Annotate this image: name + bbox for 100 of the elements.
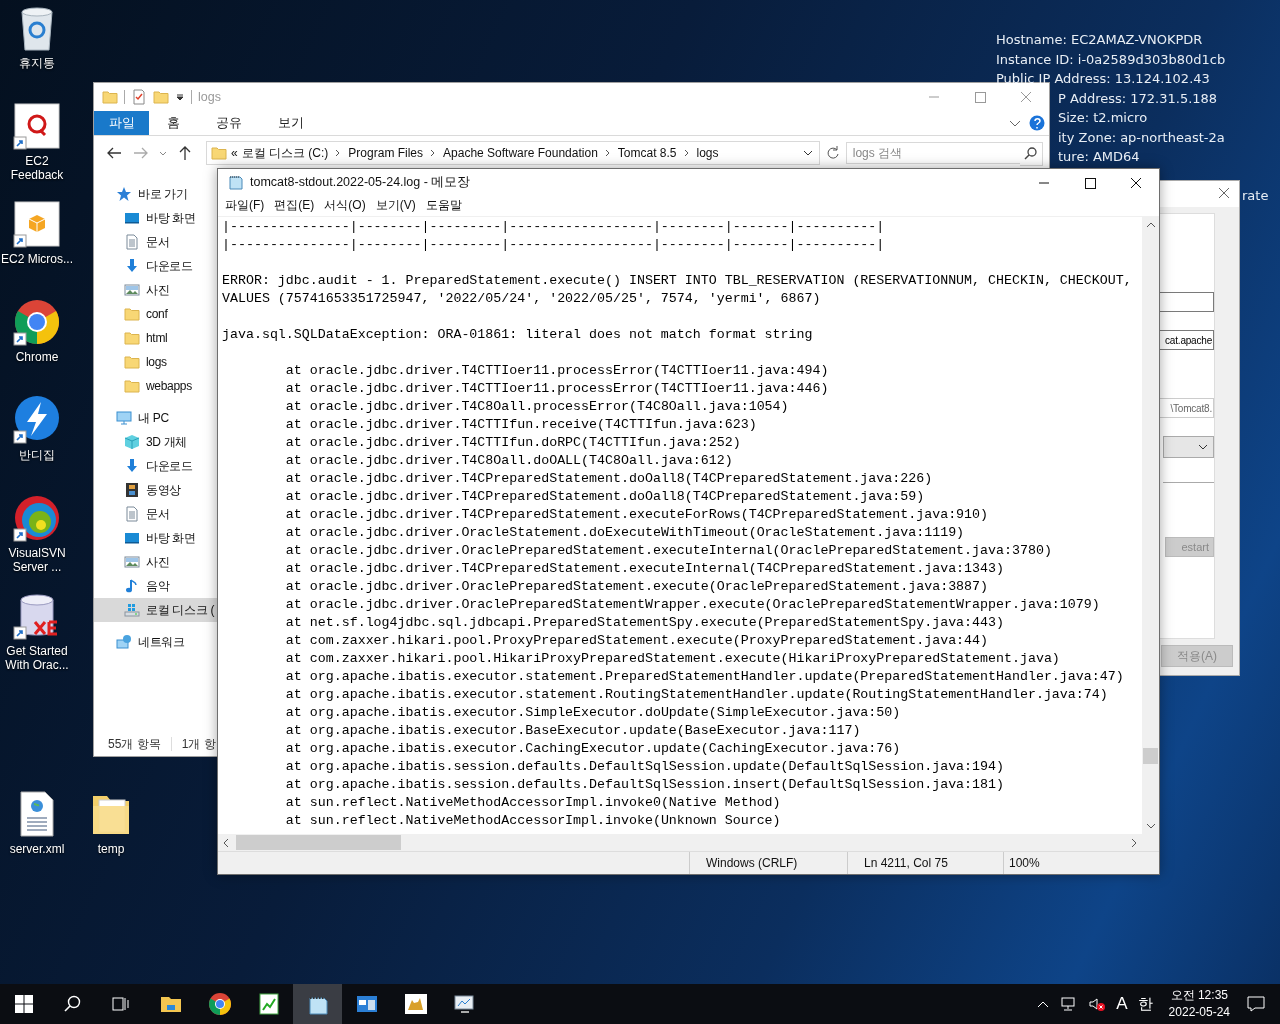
path-overflow-button[interactable]: « bbox=[231, 146, 238, 160]
log-line: VALUES (75741653351725947, '2022/05/24', '2022/05/25', 7574, 'yermi', 6867) bbox=[222, 290, 822, 308]
ribbon-tab[interactable]: 공유 bbox=[198, 111, 260, 135]
desktop-icon-label: 휴지통 bbox=[18, 56, 56, 70]
log-line: at oracle.jdbc.driver.OracleStatement.doExecuteWithTimeout(OracleStatement.java:1119) bbox=[284, 524, 966, 542]
breadcrumb[interactable]: 로컬 디스크 (C:) bbox=[241, 144, 329, 162]
lightning-icon[interactable] bbox=[13, 396, 61, 444]
nav-item[interactable]: 음악 bbox=[94, 574, 218, 598]
target-circles-icon[interactable] bbox=[13, 494, 61, 542]
input-mode-indicator[interactable]: A bbox=[1116, 994, 1128, 1014]
log-line: at com.zaxxer.hikari.pool.ProxyPreparedStatement.execute(ProxyPreparedStatement.java:44) bbox=[284, 632, 990, 650]
menu-item[interactable]: 서식(O) bbox=[319, 197, 371, 214]
desktop-icon-label: server.xml bbox=[8, 842, 66, 856]
desktop-icon-label: VisualSVN Server ... bbox=[7, 546, 67, 574]
nav-item[interactable]: 로컬 디스크 ( bbox=[94, 598, 218, 622]
menu-item[interactable]: 파일(F) bbox=[220, 197, 270, 214]
desktop-icon bbox=[124, 210, 140, 226]
nav-item[interactable]: conf bbox=[94, 302, 218, 326]
system-info-text: Hostname: EC2AMAZ-VNOKPDR bbox=[996, 31, 1203, 49]
cat-icon bbox=[403, 992, 428, 1016]
nav-item[interactable]: 문서 bbox=[94, 230, 218, 254]
nav-item[interactable]: webapps bbox=[94, 374, 218, 398]
taskbar-button[interactable] bbox=[293, 984, 342, 1024]
desktop-icon-label: Get Started With Orac... bbox=[4, 644, 70, 672]
monitor-chart-icon bbox=[452, 992, 477, 1016]
network-icon bbox=[116, 634, 132, 650]
nav-item[interactable]: 사진 bbox=[94, 550, 218, 574]
document-icon bbox=[124, 506, 140, 522]
download-arrow-icon bbox=[124, 458, 140, 474]
log-line: at oracle.jdbc.driver.T4CPreparedStatement.executeInternal(T4CPreparedStatement.java:1343) bbox=[284, 560, 1005, 578]
nav-item[interactable]: logs bbox=[94, 350, 218, 374]
clock-time[interactable]: 오전 12:35 bbox=[1168, 987, 1230, 1004]
breadcrumb[interactable]: Program Files bbox=[348, 146, 424, 160]
ribbon-tab[interactable]: 홈 bbox=[149, 111, 198, 135]
document-icon bbox=[124, 234, 140, 250]
nav-item[interactable]: 네트워크 bbox=[94, 630, 218, 654]
breadcrumb[interactable]: logs bbox=[696, 146, 719, 160]
breadcrumb[interactable]: Tomcat 8.5 bbox=[617, 146, 677, 160]
scroll-thumb[interactable] bbox=[236, 835, 401, 850]
log-line: at oracle.jdbc.driver.T4C8Oall.doOALL(T4C8Oall.java:612) bbox=[284, 452, 734, 470]
nav-item[interactable]: 다운로드 bbox=[94, 454, 218, 478]
log-line: at sun.reflect.NativeMethodAccessorImpl.invoke(Unknown Source) bbox=[284, 812, 782, 830]
search-icon[interactable] bbox=[1020, 142, 1043, 166]
nav-item[interactable]: 문서 bbox=[94, 502, 218, 526]
status-text: 55개 항목 bbox=[108, 735, 161, 753]
clock-date[interactable]: 2022-05-24 bbox=[1168, 1004, 1230, 1021]
nav-item[interactable]: 바탕 화면 bbox=[94, 206, 218, 230]
nav-item[interactable]: html bbox=[94, 326, 218, 350]
chrome-icon[interactable] bbox=[13, 298, 61, 346]
address-bar[interactable]: « 로컬 디스크 (C:) Program Files Apache Software Foundation Tomcat 8.5 logs bbox=[206, 141, 820, 165]
vertical-scrollbar[interactable] bbox=[1142, 217, 1159, 834]
chrome-icon bbox=[207, 992, 232, 1016]
text-field[interactable] bbox=[1159, 292, 1214, 312]
desktop-icon-label: temp bbox=[96, 842, 126, 856]
nav-item[interactable]: 사진 bbox=[94, 278, 218, 302]
log-line: ERROR: jdbc.audit - 1. PreparedStatement.execute() INSERT INTO TBL_RESERVATION (RESERVATIONNUM, CHECKIN, CHECKOUT, bbox=[222, 272, 1133, 290]
folder-icon bbox=[124, 378, 140, 394]
menu-item[interactable]: 보기(V) bbox=[370, 197, 421, 214]
volume-muted-icon[interactable] bbox=[1088, 996, 1107, 1012]
nav-item[interactable]: 바로 가기 bbox=[94, 182, 218, 206]
text-field[interactable]: cat.apache bbox=[1159, 330, 1214, 350]
log-line: java.sql.SQLDataException: ORA-01861: literal does not match format string bbox=[222, 326, 814, 344]
menu-item[interactable]: 도움말 bbox=[420, 197, 467, 214]
help-icon[interactable] bbox=[1029, 115, 1045, 131]
folder-icon bbox=[124, 354, 140, 370]
status-text: 100% bbox=[1003, 852, 1159, 874]
horizontal-scrollbar[interactable] bbox=[218, 834, 1159, 851]
desktop-icon-label: EC2 Feedback bbox=[9, 154, 65, 182]
drive-icon bbox=[124, 602, 140, 618]
input-language-indicator[interactable]: 한 bbox=[1137, 994, 1153, 1014]
nav-item[interactable]: 3D 개체 bbox=[94, 430, 218, 454]
text-field[interactable]: \Tomcat8. bbox=[1159, 398, 1214, 418]
search-icon bbox=[63, 995, 81, 1013]
menu-item[interactable]: 편집(E) bbox=[269, 197, 320, 214]
picture-icon bbox=[124, 554, 140, 570]
notification-icon[interactable] bbox=[1246, 994, 1266, 1014]
nav-item[interactable]: 동영상 bbox=[94, 478, 218, 502]
nav-item[interactable]: 바탕 화면 bbox=[94, 526, 218, 550]
status-text: Ln 4211, Col 75 bbox=[847, 852, 1003, 874]
system-info-text: P Address: 172.31.5.188 bbox=[1058, 89, 1218, 108]
breadcrumb[interactable]: Apache Software Foundation bbox=[443, 146, 598, 160]
log-line: at oracle.jdbc.driver.T4CTTIfun.doRPC(T4CTTIfun.java:252) bbox=[284, 434, 742, 452]
system-info-text: rate bbox=[1242, 187, 1269, 205]
task-view-icon bbox=[111, 995, 129, 1013]
ribbon-tab[interactable]: 파일 bbox=[94, 111, 149, 135]
log-line: at sun.reflect.NativeMethodAccessorImpl.invoke0(Native Method) bbox=[284, 794, 782, 812]
properties-icon[interactable] bbox=[131, 89, 147, 105]
cube-box-icon[interactable] bbox=[13, 200, 61, 248]
windows-logo-icon bbox=[15, 995, 33, 1013]
system-info-text: ity Zone: ap-northeast-2a bbox=[1058, 128, 1225, 147]
scroll-thumb[interactable] bbox=[1143, 748, 1158, 764]
nav-item[interactable]: 다운로드 bbox=[94, 254, 218, 278]
computer-icon bbox=[116, 410, 132, 426]
search-field[interactable]: logs 검색 bbox=[845, 142, 1020, 164]
feedback-icon[interactable] bbox=[13, 102, 61, 150]
ribbon-tab[interactable]: 보기 bbox=[260, 111, 322, 135]
log-line: at oracle.jdbc.driver.T4CPreparedStatement.executeForRows(T4CPreparedStatement.java:910) bbox=[284, 506, 990, 524]
system-info-text: ture: AMD64 bbox=[1058, 148, 1140, 166]
nav-item[interactable]: 내 PC bbox=[94, 406, 218, 430]
window-title: tomcat8-stdout.2022-05-24.log - 메모장 bbox=[250, 173, 471, 191]
